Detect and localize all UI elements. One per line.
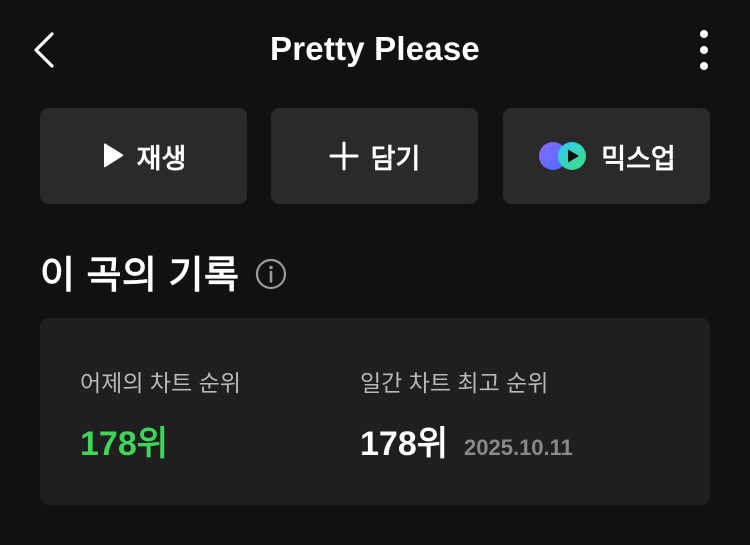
page-title: Pretty Please <box>270 30 480 67</box>
best-daily-rank: 일간 차트 최고 순위 178위 2025.10.11 <box>360 364 573 465</box>
section-title: 이 곡의 기록 <box>40 255 240 297</box>
yesterday-rank-label: 어제의 차트 순위 <box>80 370 241 396</box>
more-vertical-icon <box>699 28 709 72</box>
play-button[interactable]: 재생 <box>40 108 247 204</box>
section-header: 이 곡의 기록 <box>40 244 287 299</box>
best-rank-label: 일간 차트 최고 순위 <box>360 370 549 396</box>
plus-icon <box>329 141 359 171</box>
yesterday-rank: 어제의 차트 순위 178위 <box>80 364 241 465</box>
yesterday-rank-value: 178위 <box>80 425 169 463</box>
action-buttons: 재생 담기 믹스업 <box>40 108 710 204</box>
mixup-button-label: 믹스업 <box>601 143 676 174</box>
mixup-icon <box>537 140 589 172</box>
info-icon[interactable] <box>255 258 287 290</box>
play-button-label: 재생 <box>136 143 187 174</box>
best-rank-value: 178위 <box>360 425 449 463</box>
mixup-button[interactable]: 믹스업 <box>503 108 710 204</box>
best-rank-date: 2025.10.11 <box>464 435 573 460</box>
chart-record-card: 어제의 차트 순위 178위 일간 차트 최고 순위 178위 2025.10.… <box>40 318 710 505</box>
play-icon <box>101 142 125 170</box>
more-options-button[interactable] <box>684 26 724 74</box>
add-button[interactable]: 담기 <box>271 108 478 204</box>
top-bar: Pretty Please <box>0 0 750 100</box>
add-button-label: 담기 <box>370 143 421 174</box>
